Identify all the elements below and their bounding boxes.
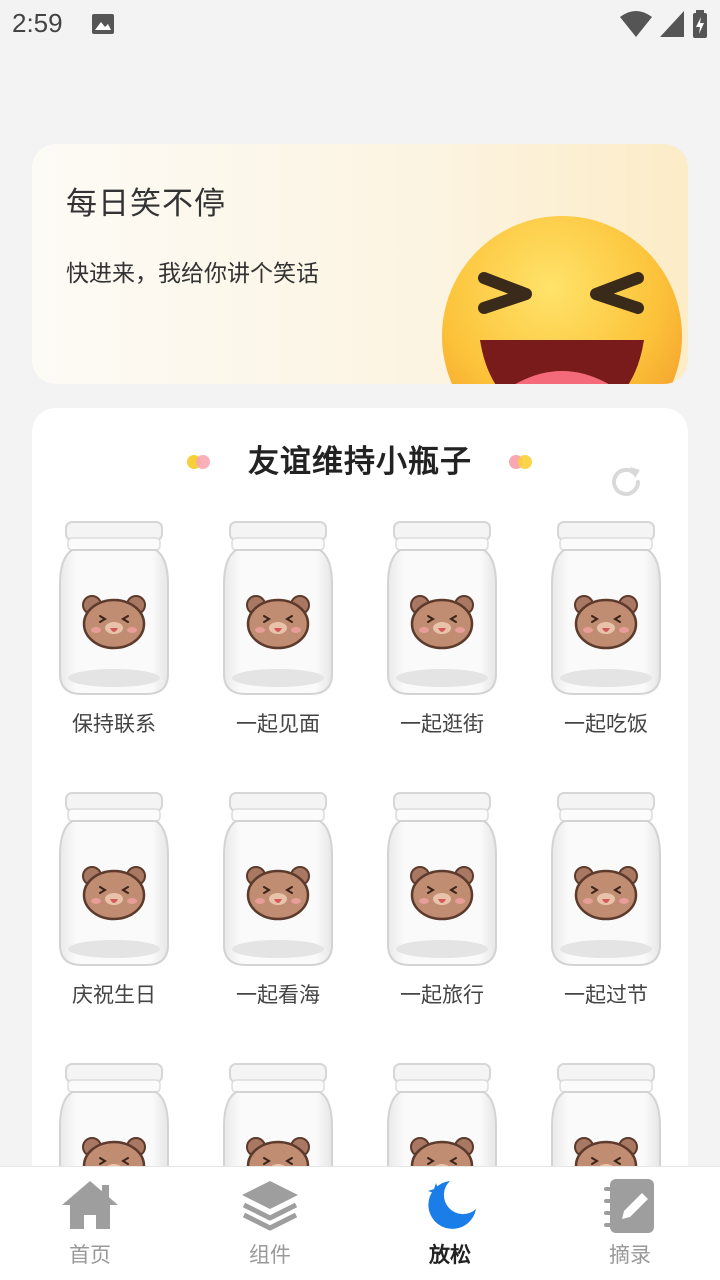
bottle-label: 一起旅行 <box>400 983 484 1007</box>
bottle-item[interactable]: 一起过节 <box>542 789 670 1009</box>
bear-jar-icon <box>386 791 498 967</box>
battery-icon <box>693 10 707 38</box>
bear-jar-icon <box>550 791 662 967</box>
bear-jar-icon <box>58 520 170 696</box>
nav-item-widgets[interactable]: 组件 <box>180 1167 360 1280</box>
bottle-item[interactable]: 一起见面 <box>214 518 342 738</box>
bottle-item[interactable]: 一起旅行 <box>378 789 506 1009</box>
bottle-label: 一起吃饭 <box>564 712 648 736</box>
banner-title: 每日笑不停 <box>66 186 226 222</box>
bear-jar-icon <box>58 791 170 967</box>
nav-item-relax[interactable]: 放松 <box>360 1167 540 1280</box>
status-indicators <box>620 10 708 38</box>
bottom-nav: 首页 组件 放松 摘录 <box>0 1166 720 1280</box>
friendship-bottles-card: 友谊维持小瓶子 保持联系 一起见面 一起逛街 一起吃饭 庆祝生日 一起看海 一起… <box>32 408 688 1280</box>
nav-item-home[interactable]: 首页 <box>0 1167 180 1280</box>
bottle-label: 一起看海 <box>236 983 320 1007</box>
nav-label: 放松 <box>429 1243 471 1267</box>
nav-label: 组件 <box>249 1243 291 1267</box>
signal-icon <box>660 11 684 37</box>
bottle-label: 一起见面 <box>236 712 320 736</box>
bottle-item[interactable]: 一起吃饭 <box>542 518 670 738</box>
wifi-icon <box>620 11 652 37</box>
bottle-label: 一起过节 <box>564 983 648 1007</box>
bottle-item[interactable]: 庆祝生日 <box>50 789 178 1009</box>
bottle-label: 一起逛街 <box>400 712 484 736</box>
bottle-item[interactable]: 一起逛街 <box>378 518 506 738</box>
bear-jar-icon <box>222 520 334 696</box>
bottle-item[interactable]: 保持联系 <box>50 518 178 738</box>
section-title: 友谊维持小瓶子 <box>248 444 472 480</box>
nav-label: 摘录 <box>609 1243 651 1267</box>
home-icon <box>62 1181 118 1229</box>
bear-jar-icon <box>386 520 498 696</box>
bear-jar-icon <box>222 791 334 967</box>
nav-item-excerpts[interactable]: 摘录 <box>540 1167 720 1280</box>
laughing-emoji-icon <box>442 216 682 384</box>
status-bar: 2:59 <box>0 0 720 50</box>
bear-jar-icon <box>550 520 662 696</box>
bottle-label: 保持联系 <box>72 712 156 736</box>
banner-subtitle: 快进来，我给你讲个笑话 <box>66 261 319 287</box>
bottle-item[interactable]: 一起看海 <box>214 789 342 1009</box>
bottle-label: 庆祝生日 <box>72 983 156 1007</box>
daily-joke-banner[interactable]: 每日笑不停 快进来，我给你讲个笑话 <box>32 144 688 384</box>
layers-icon <box>242 1181 298 1231</box>
decor-dots-icon <box>509 455 532 469</box>
notebook-icon <box>604 1179 654 1233</box>
status-time: 2:59 <box>12 8 63 38</box>
refresh-icon[interactable] <box>608 464 644 500</box>
card-header: 友谊维持小瓶子 <box>32 430 688 496</box>
nav-label: 首页 <box>69 1243 111 1267</box>
moon-icon <box>428 1181 476 1229</box>
image-notification-icon <box>92 14 114 34</box>
